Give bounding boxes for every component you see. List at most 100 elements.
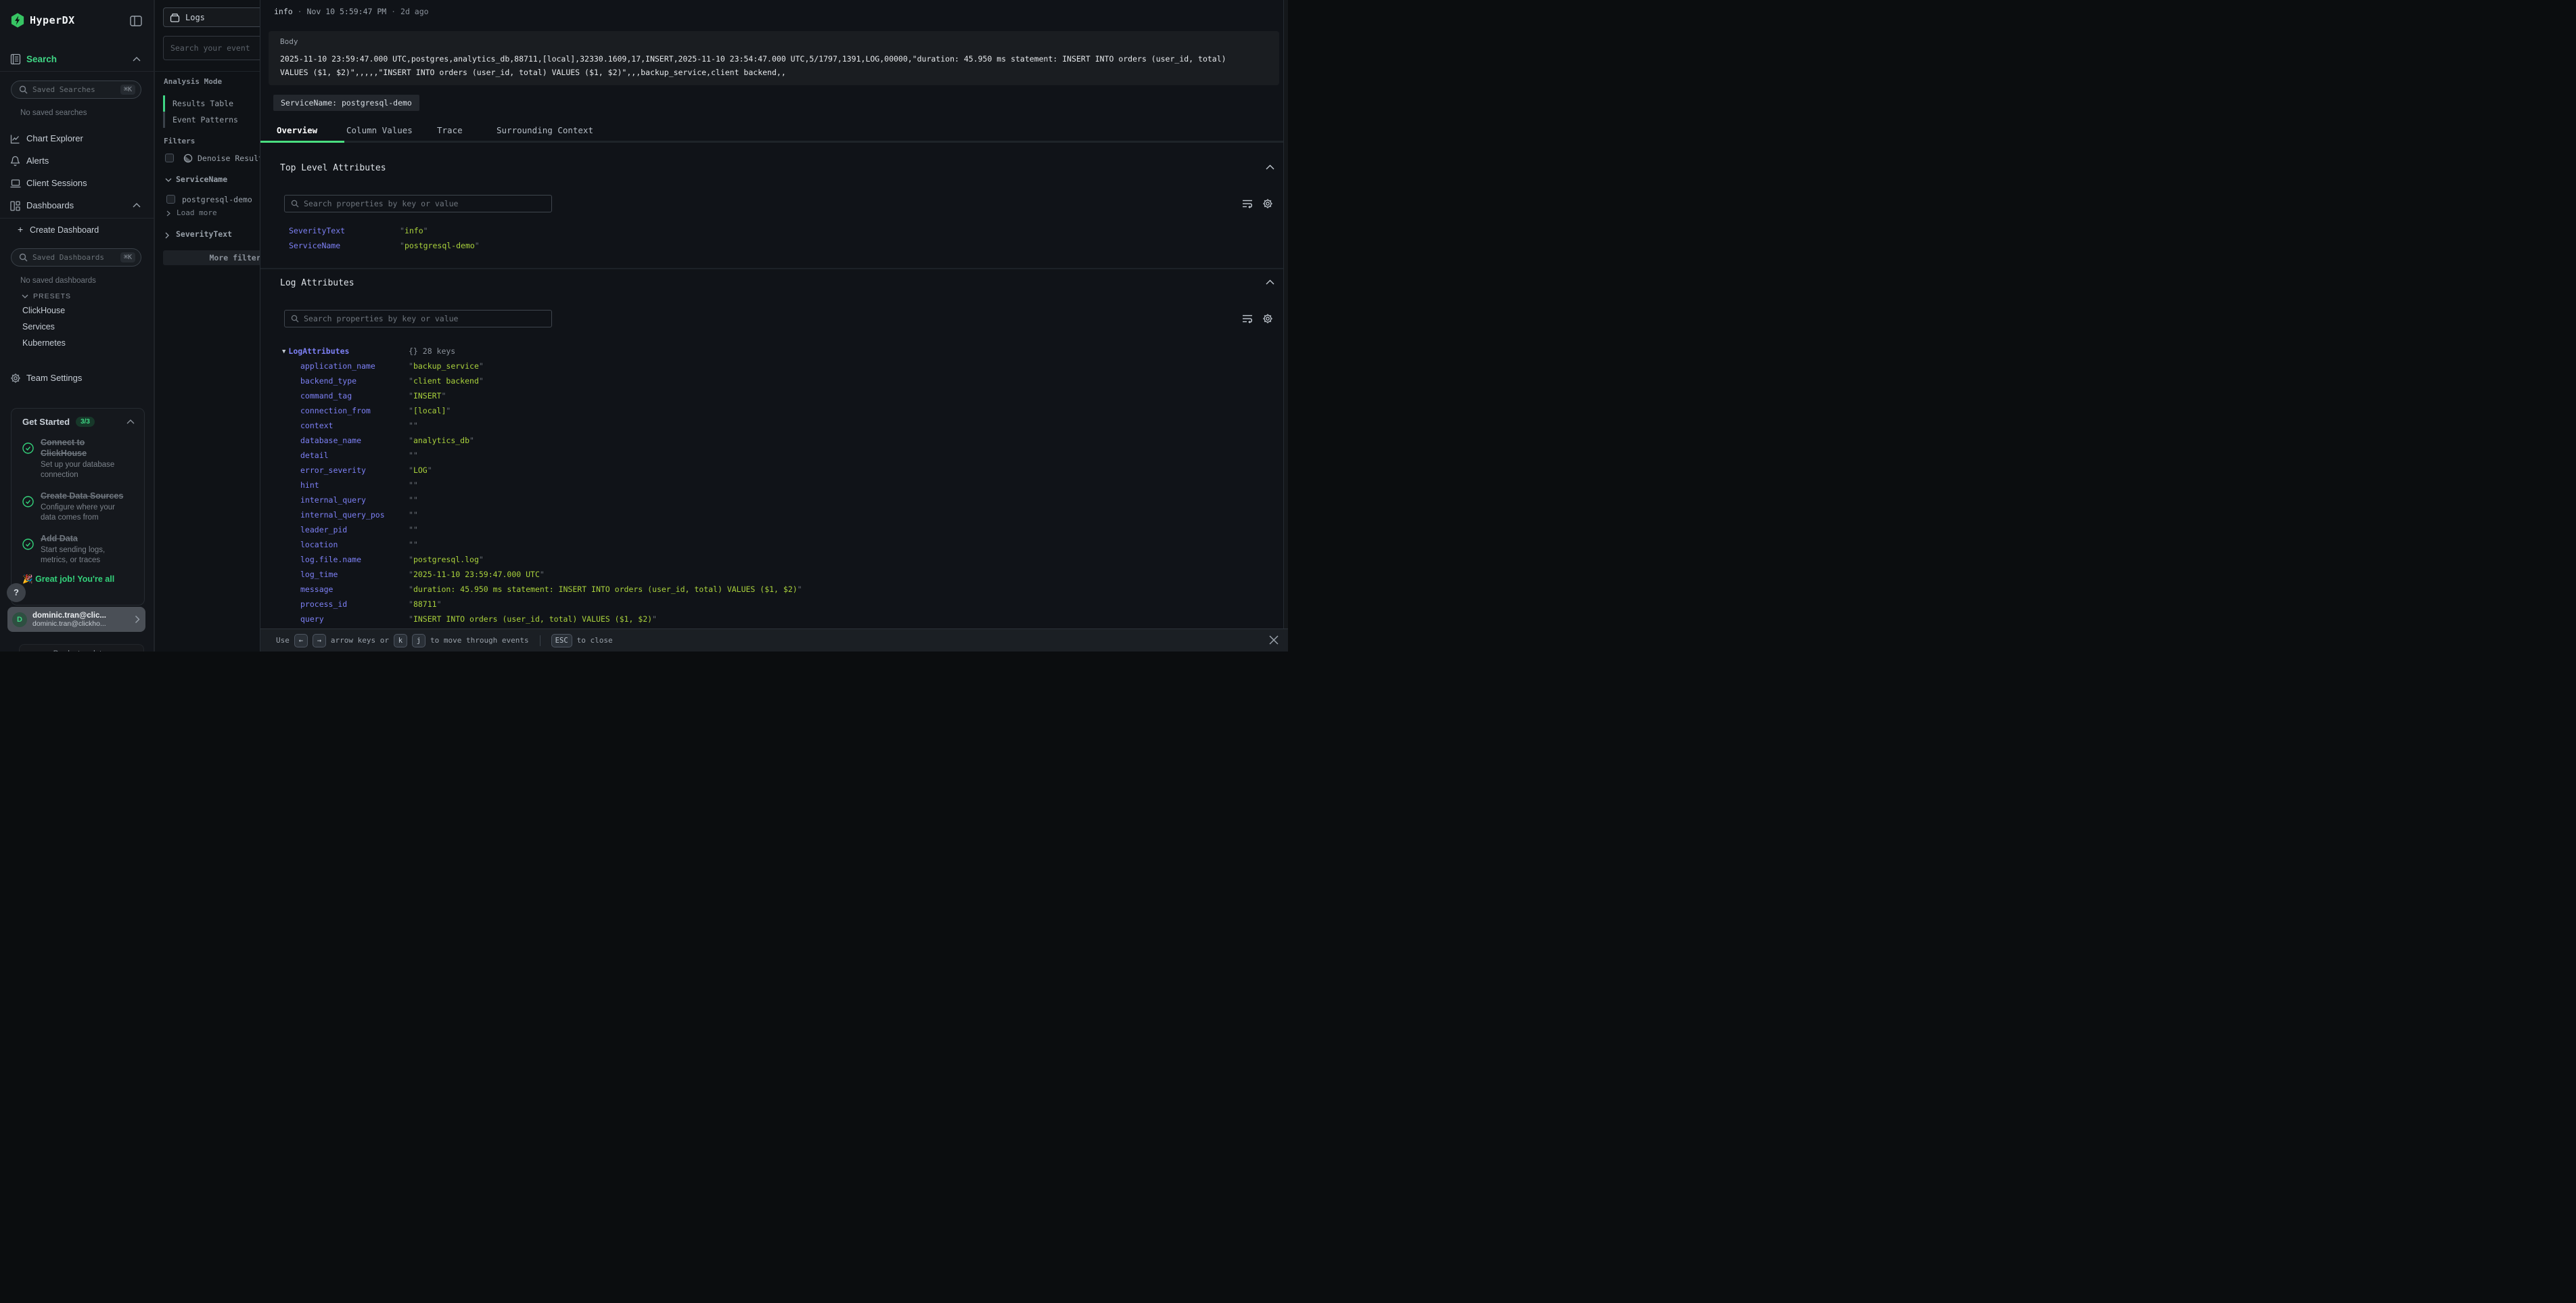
attribute-row[interactable]: leader_pid "" <box>260 525 1275 540</box>
sidebar-item-team-settings[interactable]: Team Settings <box>0 371 154 387</box>
attribute-value[interactable]: "INSERT INTO orders (user_id, total) VAL… <box>409 614 657 624</box>
attribute-row[interactable]: query "INSERT INTO orders (user_id, total… <box>260 614 1275 629</box>
attribute-key[interactable]: log.file.name <box>300 555 361 564</box>
attribute-row[interactable]: hint "" <box>260 480 1275 495</box>
wrap-lines-icon[interactable] <box>1242 314 1253 324</box>
wrap-lines-icon[interactable] <box>1242 199 1253 209</box>
attribute-value[interactable]: "INSERT" <box>409 391 446 401</box>
attribute-row[interactable]: log_time"2025-11-10 23:59:47.000 UTC" <box>260 570 1275 585</box>
attribute-row[interactable]: internal_query_pos "" <box>260 510 1275 525</box>
attribute-key[interactable]: command_tag <box>300 391 352 401</box>
servicename-tag[interactable]: ServiceName: postgresql-demo <box>273 95 419 111</box>
user-menu[interactable]: D dominic.tran@clic... dominic.tran@clic… <box>7 607 145 632</box>
attribute-key[interactable]: message <box>300 585 333 594</box>
attribute-row[interactable]: command_tag "INSERT" <box>260 391 1275 406</box>
attribute-row[interactable]: internal_query "" <box>260 495 1275 510</box>
sidebar-item-alerts[interactable]: Alerts <box>0 154 154 170</box>
gear-icon[interactable] <box>1262 313 1273 324</box>
attribute-value[interactable]: "postgresql-demo" <box>400 241 480 250</box>
attribute-key[interactable]: leader_pid <box>300 525 347 534</box>
attribute-row[interactable]: process_id "88711" <box>260 599 1275 614</box>
attribute-value[interactable]: "" <box>409 510 418 520</box>
attribute-row[interactable]: log.file.name"postgresql.log" <box>260 555 1275 570</box>
tab-trace[interactable]: Trace <box>437 125 463 135</box>
chevron-up-icon[interactable] <box>1266 164 1274 170</box>
sidebar-item-dashboards[interactable]: Dashboards <box>0 198 154 214</box>
attribute-value[interactable]: "info" <box>400 226 428 235</box>
attribute-row[interactable]: message "duration: 45.950 ms statement: I… <box>260 585 1275 599</box>
top-attributes-search[interactable] <box>284 195 552 212</box>
tab-column-values[interactable]: Column Values <box>346 125 413 135</box>
gear-icon[interactable] <box>1262 198 1273 209</box>
tab-surrounding-context[interactable]: Surrounding Context <box>497 125 593 135</box>
attribute-key[interactable]: process_id <box>300 599 347 609</box>
attribute-key[interactable]: SeverityText <box>289 226 345 235</box>
attribute-row[interactable]: ServiceName "postgresql-demo" <box>260 241 1275 256</box>
service-checkbox[interactable] <box>166 195 175 204</box>
preset-item-kubernetes[interactable]: Kubernetes <box>22 338 66 348</box>
attribute-value[interactable]: "88711" <box>409 599 442 609</box>
chevron-up-icon[interactable] <box>133 57 141 62</box>
sidebar-item-client-sessions[interactable]: Client Sessions <box>0 176 154 192</box>
attribute-value[interactable]: "LOG" <box>409 465 432 475</box>
attribute-value[interactable]: "backup_service" <box>409 361 484 371</box>
saved-searches-input[interactable]: Saved Searches ⌘K <box>11 81 141 99</box>
attribute-value[interactable]: "2025-11-10 23:59:47.000 UTC" <box>409 570 545 579</box>
attribute-value[interactable]: "" <box>409 421 418 430</box>
close-icon[interactable] <box>1268 635 1279 645</box>
body-text[interactable]: 2025-11-10 23:59:47.000 UTC,postgres,ana… <box>280 52 1268 79</box>
attribute-row[interactable]: error_severity "LOG" <box>260 465 1275 480</box>
attribute-key[interactable]: detail <box>300 451 329 460</box>
preset-item-services[interactable]: Services <box>22 322 55 332</box>
attribute-value[interactable]: "" <box>409 525 418 534</box>
attribute-value[interactable]: "analytics_db" <box>409 436 474 445</box>
attribute-key[interactable]: backend_type <box>300 376 356 386</box>
create-dashboard-button[interactable]: + Create Dashboard <box>0 223 154 238</box>
attribute-value[interactable]: "" <box>409 495 418 505</box>
attribute-row[interactable]: context "" <box>260 421 1275 436</box>
attribute-key[interactable]: application_name <box>300 361 375 371</box>
attribute-key[interactable]: query <box>300 614 324 624</box>
load-more-button[interactable]: Load more <box>166 208 248 219</box>
preset-item-clickhouse[interactable]: ClickHouse <box>22 306 65 315</box>
attribute-value[interactable]: "[local]" <box>409 406 451 415</box>
sidebar-item-search[interactable]: Search <box>0 51 154 69</box>
logattributes-root-row[interactable]: ▼LogAttributes {} 28 keys <box>282 346 349 361</box>
log-attributes-search-input[interactable] <box>304 314 545 323</box>
attribute-value[interactable]: "client backend" <box>409 376 484 386</box>
top-attributes-search-input[interactable] <box>304 199 545 208</box>
attribute-row[interactable]: SeverityText "info" <box>260 226 1275 241</box>
attribute-key[interactable]: location <box>300 540 338 549</box>
attribute-value[interactable]: "" <box>409 480 418 490</box>
logattributes-root-key[interactable]: LogAttributes <box>288 346 349 356</box>
scrollbar-track[interactable] <box>1283 0 1288 628</box>
tab-overview[interactable]: Overview <box>277 125 317 135</box>
attribute-key[interactable]: error_severity <box>300 465 366 475</box>
attribute-key[interactable]: hint <box>300 480 319 490</box>
denoise-checkbox[interactable] <box>165 154 174 162</box>
attribute-value[interactable]: "" <box>409 540 418 549</box>
chevron-up-icon[interactable] <box>133 203 141 208</box>
attribute-key[interactable]: internal_query_pos <box>300 510 385 520</box>
mode-event-patterns[interactable]: Event Patterns <box>163 112 238 128</box>
product-updates-card[interactable]: Product updates <box>19 644 144 652</box>
attribute-row[interactable]: location "" <box>260 540 1275 555</box>
attribute-key[interactable]: connection_from <box>300 406 371 415</box>
attribute-row[interactable]: detail "" <box>260 451 1275 465</box>
presets-toggle[interactable]: PRESETS <box>0 291 154 303</box>
chevron-up-icon[interactable] <box>127 419 135 424</box>
attribute-row[interactable]: application_name "backup_service" <box>260 361 1275 376</box>
help-button[interactable]: ? <box>7 583 26 602</box>
collapse-sidebar-icon[interactable] <box>130 16 142 26</box>
saved-dashboards-input[interactable]: Saved Dashboards ⌘K <box>11 248 141 267</box>
chevron-up-icon[interactable] <box>1266 279 1274 285</box>
attribute-value[interactable]: "" <box>409 451 418 460</box>
attribute-key[interactable]: context <box>300 421 333 430</box>
attribute-row[interactable]: connection_from "[local]" <box>260 406 1275 421</box>
attribute-value[interactable]: "duration: 45.950 ms statement: INSERT I… <box>409 585 802 594</box>
attribute-key[interactable]: internal_query <box>300 495 366 505</box>
mode-results-table[interactable]: Results Table <box>163 95 233 112</box>
attribute-row[interactable]: backend_type "client backend" <box>260 376 1275 391</box>
attribute-key[interactable]: database_name <box>300 436 361 445</box>
attribute-key[interactable]: ServiceName <box>289 241 340 250</box>
